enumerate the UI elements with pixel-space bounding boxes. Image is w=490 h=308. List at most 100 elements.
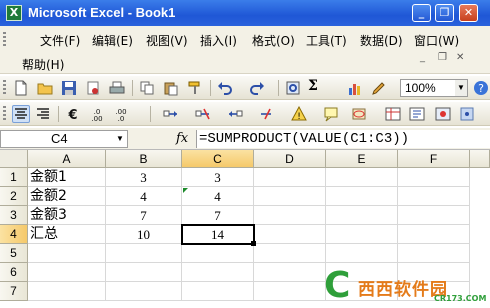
redo-button[interactable] [248, 79, 266, 97]
row-header-2[interactable]: 2 [0, 187, 28, 206]
column-header-b[interactable]: B [106, 150, 182, 168]
cell-f3[interactable] [398, 206, 470, 225]
cell-b7[interactable] [106, 282, 182, 301]
cell-a7[interactable] [28, 282, 106, 301]
menu-view[interactable]: 视图(V) [146, 32, 188, 49]
remove-precedent-arrows-button[interactable] [194, 105, 212, 123]
cell-c1[interactable]: 3 [182, 168, 254, 187]
cell-d5[interactable] [254, 244, 326, 263]
column-header-e[interactable]: E [326, 150, 398, 168]
cell-c4-active[interactable]: 14 [181, 224, 255, 245]
cell-a4[interactable]: 汇总 [28, 225, 106, 244]
fill-handle[interactable] [251, 241, 256, 246]
select-all-corner[interactable] [0, 150, 28, 168]
menu-edit[interactable]: 编辑(E) [92, 32, 133, 49]
circle-invalid-data-button[interactable] [350, 105, 368, 123]
row-header-1[interactable]: 1 [0, 168, 28, 187]
toolbar-options-button[interactable] [458, 105, 476, 123]
cell-a1[interactable]: 金额1 [28, 168, 106, 187]
cell-d3[interactable] [254, 206, 326, 225]
workbook-minimize-icon[interactable]: _ [420, 53, 428, 63]
close-button[interactable]: ✕ [459, 4, 478, 22]
cell-a2[interactable]: 金额2 [28, 187, 106, 206]
drawing-button[interactable] [370, 79, 388, 97]
currency-button[interactable]: € [64, 105, 82, 123]
open-button[interactable] [36, 79, 54, 97]
row-header-3[interactable]: 3 [0, 206, 28, 225]
cell-b2[interactable]: 4 [106, 187, 182, 206]
watch-window-button[interactable] [384, 105, 402, 123]
print-button[interactable] [108, 79, 126, 97]
trace-dependents-button[interactable] [226, 105, 244, 123]
column-header-f[interactable]: F [398, 150, 470, 168]
align-center-button[interactable] [12, 105, 30, 123]
permission-button[interactable] [84, 79, 102, 97]
workbook-restore-icon[interactable]: ❐ [438, 53, 447, 63]
cell-c6[interactable] [182, 263, 254, 282]
cell-f5[interactable] [398, 244, 470, 263]
trace-error-button[interactable]: ! [290, 105, 308, 123]
trace-precedents-button[interactable] [162, 105, 180, 123]
minimize-button[interactable]: _ [412, 4, 431, 22]
align-right-button[interactable] [34, 105, 52, 123]
column-header-g[interactable] [470, 150, 490, 168]
cell-e5[interactable] [326, 244, 398, 263]
cell-b1[interactable]: 3 [106, 168, 182, 187]
cell-f2[interactable] [398, 187, 470, 206]
save-button[interactable] [60, 79, 78, 97]
cell-d1[interactable] [254, 168, 326, 187]
cell-a5[interactable] [28, 244, 106, 263]
menu-window[interactable]: 窗口(W) [414, 32, 459, 49]
menu-tools[interactable]: 工具(T) [306, 32, 347, 49]
menu-format[interactable]: 格式(O) [252, 32, 295, 49]
cell-a3[interactable]: 金额3 [28, 206, 106, 225]
decrease-decimal-button[interactable]: .00.0 [112, 105, 130, 123]
cell-a6[interactable] [28, 263, 106, 282]
insert-function-icon[interactable]: fx [176, 131, 188, 146]
evaluate-formula-button[interactable] [408, 105, 426, 123]
row-header-5[interactable]: 5 [0, 244, 28, 263]
chevron-down-icon[interactable]: ▼ [455, 80, 467, 96]
workbook-close-icon[interactable]: ✕ [456, 53, 464, 63]
menu-file[interactable]: 文件(F) [40, 32, 80, 49]
hyperlink-button[interactable] [284, 79, 302, 97]
increase-decimal-button[interactable]: .0.00 [88, 105, 106, 123]
cell-b5[interactable] [106, 244, 182, 263]
menu-gripper[interactable] [3, 32, 6, 48]
cell-f4[interactable] [398, 225, 470, 244]
chevron-down-icon[interactable]: ▼ [113, 131, 127, 147]
row-header-4[interactable]: 4 [0, 225, 28, 244]
cell-b3[interactable]: 7 [106, 206, 182, 225]
formula-input[interactable]: =SUMPRODUCT(VALUE(C1:C3)) [196, 130, 490, 148]
remove-dependent-arrows-button[interactable] [258, 105, 276, 123]
cell-d7[interactable] [254, 282, 326, 301]
new-comment-button[interactable] [322, 105, 340, 123]
menu-insert[interactable]: 插入(I) [200, 32, 237, 49]
column-header-d[interactable]: D [254, 150, 326, 168]
row-header-7[interactable]: 7 [0, 282, 28, 301]
maximize-button[interactable]: ❐ [435, 4, 454, 22]
error-indicator-icon[interactable] [183, 188, 188, 193]
cell-e1[interactable] [326, 168, 398, 187]
formula-auditing-button[interactable] [434, 105, 452, 123]
cell-d6[interactable] [254, 263, 326, 282]
column-header-a[interactable]: A [28, 150, 106, 168]
menu-data[interactable]: 数据(D) [360, 32, 403, 49]
cell-c3[interactable]: 7 [182, 206, 254, 225]
copy-button[interactable] [138, 79, 156, 97]
cell-d2[interactable] [254, 187, 326, 206]
paste-button[interactable] [162, 79, 180, 97]
undo-button[interactable] [216, 79, 234, 97]
cell-c5[interactable] [182, 244, 254, 263]
help-button[interactable]: ? [472, 79, 490, 97]
menu-help[interactable]: 帮助(H) [22, 56, 64, 73]
cell-f1[interactable] [398, 168, 470, 187]
cell-b4[interactable]: 10 [106, 225, 182, 244]
toolbar-gripper[interactable] [3, 106, 6, 122]
zoom-select[interactable]: 100% ▼ [400, 79, 468, 97]
excel-app-icon[interactable]: X [6, 5, 22, 21]
column-header-c[interactable]: C [182, 150, 254, 168]
cell-e3[interactable] [326, 206, 398, 225]
row-header-6[interactable]: 6 [0, 263, 28, 282]
cell-b6[interactable] [106, 263, 182, 282]
